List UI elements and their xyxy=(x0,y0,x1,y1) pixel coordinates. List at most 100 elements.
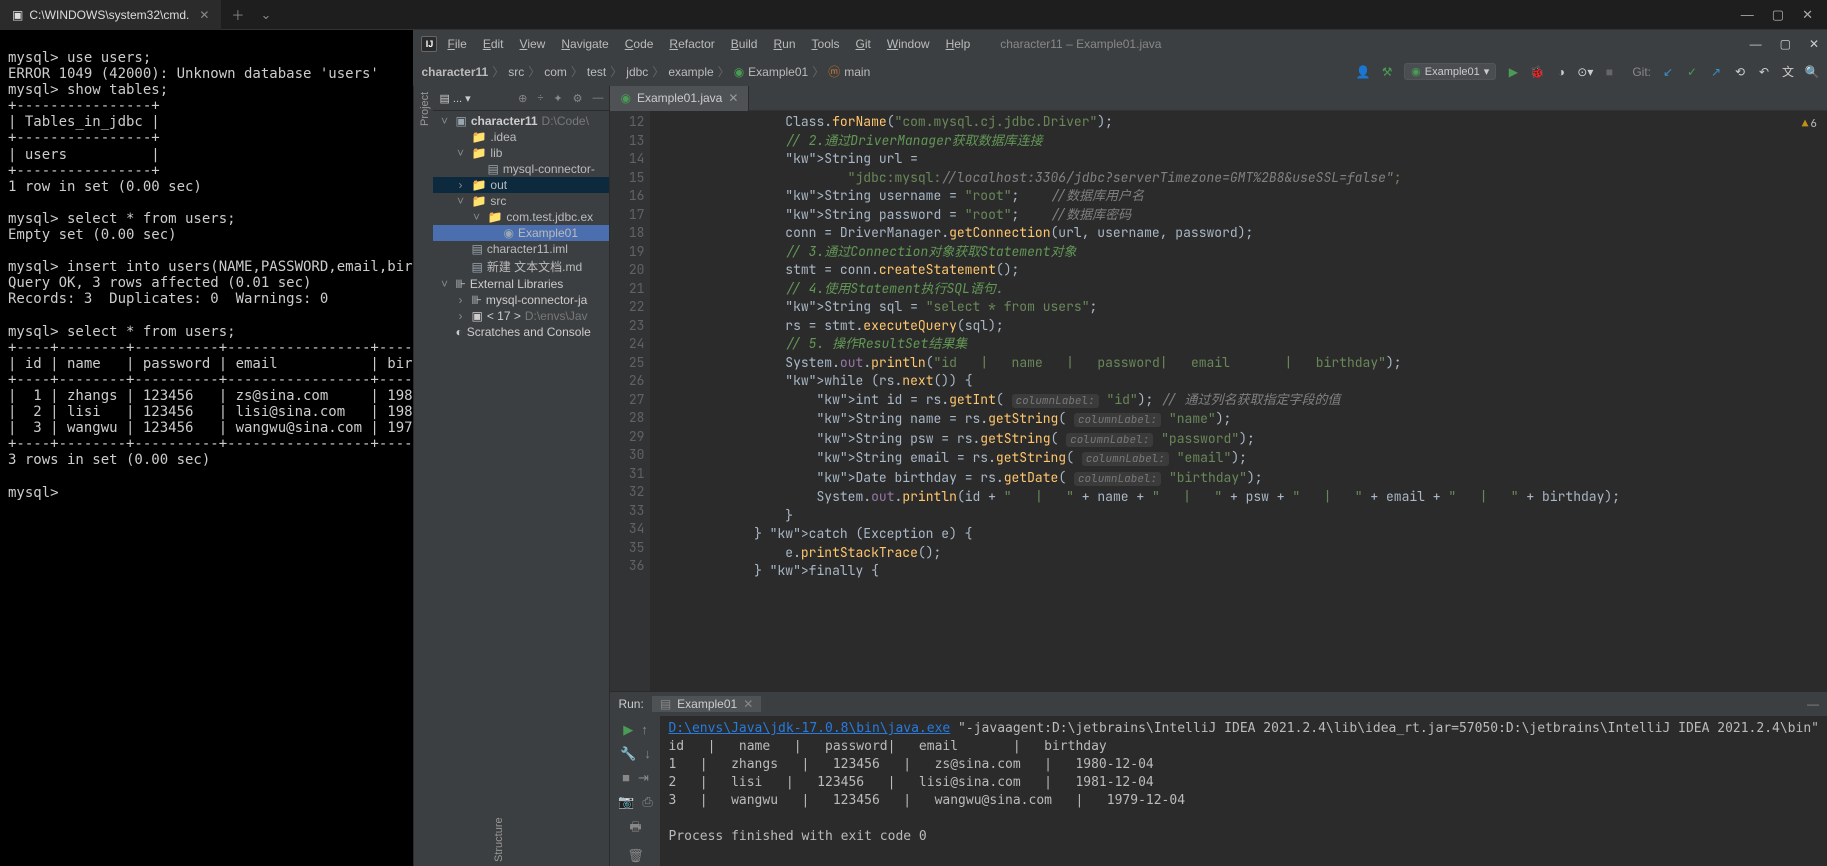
breadcrumb-item[interactable]: src xyxy=(508,65,524,79)
warning-count: 6 xyxy=(1810,117,1817,131)
window-title: character11 – Example01.java xyxy=(1000,37,1161,51)
ide-minimize-icon[interactable]: — xyxy=(1750,37,1762,51)
git-rollback-icon[interactable]: ↶ xyxy=(1757,65,1771,79)
ide-maximize-icon[interactable]: ▢ xyxy=(1780,37,1791,51)
run-output-text: id | name | password| email | birthday 1… xyxy=(668,739,1185,844)
menu-run[interactable]: Run xyxy=(767,35,801,53)
run-toolbar: ▶ ↑ 🔧 ↓ ■ ⇥ 📷 ⎙ 🖶 🗑 xyxy=(610,716,660,866)
collapse-icon[interactable]: ÷ xyxy=(537,92,543,105)
print-icon[interactable]: 🖶 xyxy=(629,818,641,840)
terminal-tab[interactable]: ▣ C:\WINDOWS\system32\cmd. ✕ xyxy=(0,0,221,30)
search-icon[interactable]: 🔍 xyxy=(1805,65,1819,79)
target-icon[interactable]: ⊕ xyxy=(518,92,527,105)
code-area[interactable]: Class.forName("com.mysql.cj.jdbc.Driver"… xyxy=(650,111,1827,691)
wrench-icon[interactable]: 🔧 xyxy=(620,746,636,762)
git-label: Git: xyxy=(1632,65,1651,79)
git-push-icon[interactable]: ↗ xyxy=(1709,65,1723,79)
menu-tools[interactable]: Tools xyxy=(806,35,846,53)
run-label: Run: xyxy=(618,697,643,711)
run-tab[interactable]: ▤ Example01 ✕ xyxy=(652,696,761,712)
new-tab-button[interactable]: ＋ xyxy=(221,5,254,24)
editor-tab[interactable]: ◉ Example01.java ✕ xyxy=(610,86,749,111)
tree-node[interactable]: 📁 .idea xyxy=(433,129,609,145)
run-tab-label: Example01 xyxy=(677,697,737,711)
chinese-icon[interactable]: 文 xyxy=(1781,65,1795,79)
profile-icon[interactable]: ⊙▾ xyxy=(1578,65,1592,79)
tree-node[interactable]: ˅📁 lib xyxy=(433,145,609,161)
run-configuration-select[interactable]: ◉Example01▾ xyxy=(1404,63,1496,80)
camera-icon[interactable]: 📷 xyxy=(618,794,634,810)
menu-file[interactable]: File xyxy=(441,35,472,53)
tree-node[interactable]: ▤ 新建 文本文档.md xyxy=(433,257,609,276)
project-tree[interactable]: ˅▣ character11 D:\Code\📁 .idea˅📁 lib▤ my… xyxy=(433,111,609,866)
stop-icon[interactable]: ■ xyxy=(1602,65,1616,79)
menu-help[interactable]: Help xyxy=(940,35,977,53)
menu-build[interactable]: Build xyxy=(725,35,764,53)
close-run-tab-icon[interactable]: ✕ xyxy=(743,697,753,711)
breadcrumb-toolbar: character11〉src〉com〉test〉jdbc〉example〉◉ … xyxy=(413,58,1827,86)
line-gutter: 1213141516171819202122232425262728293031… xyxy=(610,111,650,691)
tree-node[interactable]: ˅📁 src xyxy=(433,193,609,209)
trash-icon[interactable]: 🗑 xyxy=(627,848,644,864)
code-editor[interactable]: 1213141516171819202122232425262728293031… xyxy=(610,111,1827,691)
hide-icon[interactable]: — xyxy=(592,92,603,105)
run-panel: Run: ▤ Example01 ✕ — ▶ ↑ 🔧 ↓ ■ ⇥ xyxy=(610,691,1827,866)
editor-tabs: ◉ Example01.java ✕ xyxy=(610,86,1827,111)
project-dropdown[interactable]: ▤ ... ▾ xyxy=(439,92,470,105)
minimize-icon[interactable]: — xyxy=(1741,7,1754,23)
git-pull-icon[interactable]: ↙ xyxy=(1661,65,1675,79)
debug-icon[interactable]: 🐞 xyxy=(1530,65,1544,79)
run-config-label: Example01 xyxy=(1425,66,1480,78)
tree-node[interactable]: ›📁 out xyxy=(433,177,609,193)
close-window-icon[interactable]: ✕ xyxy=(1802,7,1813,23)
up-icon[interactable]: ↑ xyxy=(641,722,648,738)
down-icon[interactable]: ↓ xyxy=(644,746,651,762)
terminal-tab-label: C:\WINDOWS\system32\cmd. xyxy=(29,8,189,22)
menu-edit[interactable]: Edit xyxy=(477,35,510,53)
run-hide-icon[interactable]: — xyxy=(1807,697,1819,711)
menu-navigate[interactable]: Navigate xyxy=(555,35,614,53)
close-tab-icon[interactable]: ✕ xyxy=(728,91,738,105)
terminal-output[interactable]: mysql> use users; ERROR 1049 (42000): Un… xyxy=(0,30,413,866)
tree-node[interactable]: ˅📁 com.test.jdbc.ex xyxy=(433,209,609,225)
project-panel: ▤ ... ▾ ⊕ ÷ ✦ ⚙ — ˅▣ character11 D:\Code… xyxy=(433,86,610,866)
java-exe-link[interactable]: D:\envs\Java\jdk-17.0.8\bin\java.exe xyxy=(668,721,950,736)
menu-refactor[interactable]: Refactor xyxy=(663,35,720,53)
breadcrumb-item[interactable]: com xyxy=(544,65,567,79)
menu-window[interactable]: Window xyxy=(881,35,936,53)
warning-icon[interactable]: ▲ xyxy=(1802,117,1809,131)
stop-run-icon[interactable]: ■ xyxy=(622,770,630,786)
menu-git[interactable]: Git xyxy=(850,35,877,53)
menu-code[interactable]: Code xyxy=(619,35,660,53)
breadcrumb-item[interactable]: jdbc xyxy=(626,65,648,79)
rerun-icon[interactable]: ▶ xyxy=(623,722,633,738)
breadcrumb-item[interactable]: Example01 xyxy=(748,65,808,79)
breadcrumb-item[interactable]: main xyxy=(844,65,870,79)
structure-tool-stripe[interactable]: Structure xyxy=(487,806,507,866)
breadcrumb-item[interactable]: test xyxy=(587,65,606,79)
output-icon[interactable]: ⎙ xyxy=(642,794,652,810)
git-commit-icon[interactable]: ✓ xyxy=(1685,65,1699,79)
tree-node[interactable]: ▤ character11.iml xyxy=(433,241,609,257)
gear-icon[interactable]: ⚙ xyxy=(573,92,583,105)
git-history-icon[interactable]: ⟲ xyxy=(1733,65,1747,79)
menu-view[interactable]: View xyxy=(514,35,552,53)
tree-node[interactable]: ▤ mysql-connector- xyxy=(433,161,609,177)
add-config-icon[interactable]: 👤 xyxy=(1356,65,1370,79)
coverage-icon[interactable]: ◑ xyxy=(1554,65,1568,79)
maximize-icon[interactable]: ▢ xyxy=(1772,7,1784,23)
tab-dropdown-icon[interactable]: ⌄ xyxy=(254,7,277,23)
hammer-icon[interactable]: ⚒ xyxy=(1380,65,1394,79)
close-icon[interactable]: ✕ xyxy=(199,8,209,22)
expand-icon[interactable]: ✦ xyxy=(553,92,562,105)
window-titlebar: ▣ C:\WINDOWS\system32\cmd. ✕ ＋ ⌄ — ▢ ✕ xyxy=(0,0,1827,30)
breadcrumb-item[interactable]: character11 xyxy=(421,65,488,79)
breadcrumb-item[interactable]: example xyxy=(668,65,713,79)
run-tab-icon: ▤ xyxy=(660,697,671,711)
run-output[interactable]: D:\envs\Java\jdk-17.0.8\bin\java.exe "-j… xyxy=(660,716,1827,866)
ide-close-icon[interactable]: ✕ xyxy=(1809,37,1819,51)
tree-node[interactable]: ◉ Example01 xyxy=(433,225,609,241)
project-tool-stripe[interactable]: Project xyxy=(413,86,433,866)
run-icon[interactable]: ▶ xyxy=(1506,65,1520,79)
wrap-icon[interactable]: ⇥ xyxy=(638,770,649,786)
